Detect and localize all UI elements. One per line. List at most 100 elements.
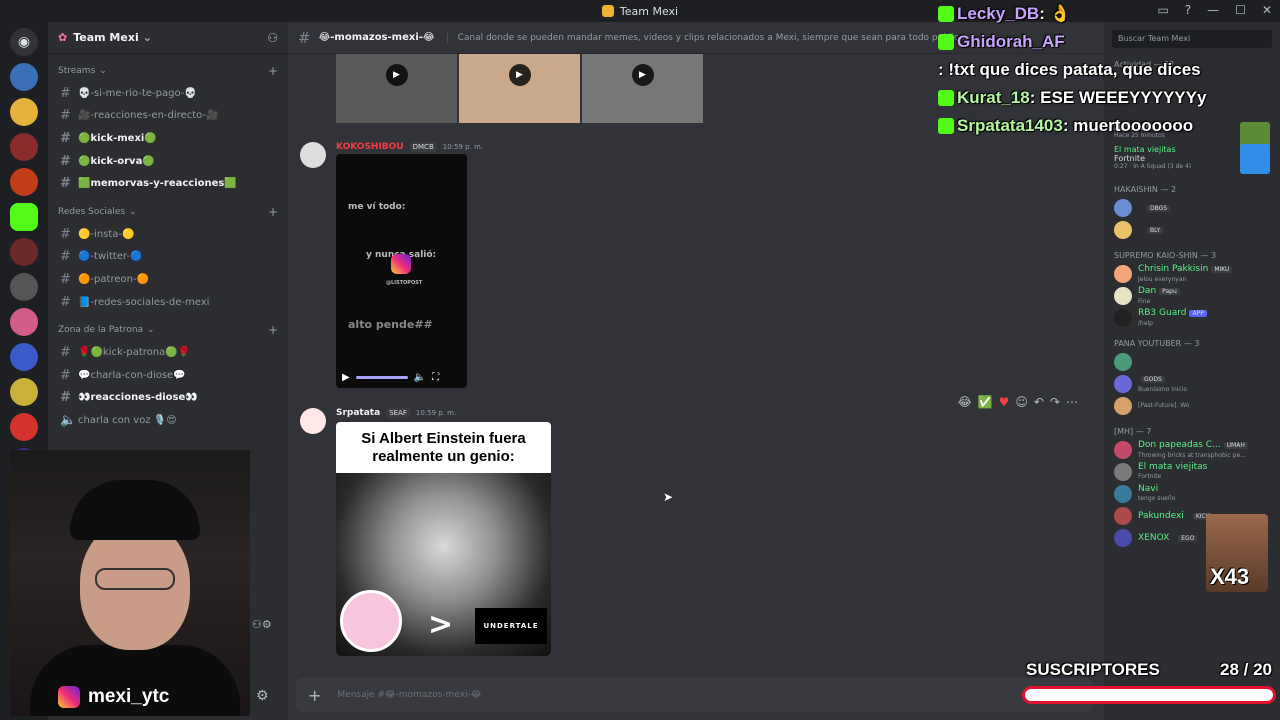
kick-server-icon[interactable] [10,203,38,231]
gear-icon[interactable]: ⚙ [256,688,269,704]
channel-item[interactable]: # 💀-si-me-rio-te-pago-💀 [48,82,288,105]
channel-item[interactable]: # 💬charla-con-diose💬 [48,364,288,387]
reaction-laugh-icon[interactable]: 😂 [958,395,972,409]
member-name: RB3 Guard [1138,307,1187,318]
member-status: Fortnite [1138,473,1162,480]
server-icon[interactable] [10,133,38,161]
play-icon[interactable]: ▶ [631,64,654,86]
channel-label: 🟠-patreon-🟠 [78,273,150,285]
video-progress-bar[interactable] [355,375,408,379]
server-icon[interactable] [10,378,38,406]
server-icon[interactable] [10,63,38,91]
avatar[interactable] [300,142,326,168]
member-item[interactable] [1104,351,1280,373]
member-item[interactable]: RB3 Guard APP/help [1104,307,1280,329]
member-name: El mata viejitas [1138,462,1208,472]
member-item[interactable]: Chrisin Pakkisin MIKU Jelou everynyan [1104,263,1280,285]
user-panel-icons[interactable]: ⚇⚙ [252,618,272,631]
member-item[interactable]: BLY [1104,219,1280,241]
member-name: Pakundexi [1138,511,1184,521]
voice-channel-item[interactable]: 🔈 charla con voz 🎙️😍 [48,409,288,432]
avatar [1114,507,1132,525]
reaction-check-icon[interactable]: ✅ [978,395,993,409]
hash-icon: # [60,390,71,406]
kick-badge-icon [938,90,954,106]
message-list: ▶ ▶ ▶ KOKOSHIBOU DMCB 10:59 p. m. me ví … [288,54,1104,660]
forward-icon[interactable]: ↷ [1050,395,1060,409]
member-item[interactable]: Navi tengo sueño [1104,483,1280,505]
server-icon[interactable] [10,168,38,196]
channel-item[interactable]: # 🎥-reacciones-en-directo-🎥 [48,105,288,128]
video-thumbnail[interactable]: ▶ [459,54,580,123]
member-name: Don papeadas C... [1138,439,1221,450]
category-redes-sociales[interactable]: Redes Sociales ⌄ + [48,201,288,223]
more-options-icon[interactable]: ⋯ [1066,395,1078,409]
activity-card[interactable]: El mata viejitas Fortnite 0:27 · In A Sq… [1104,142,1280,174]
channel-label: 🟢kick-orva🟢 [78,155,155,167]
channel-item[interactable]: # 🟢kick-orva🟢 [48,150,288,173]
channel-item[interactable]: # 👀reacciones-diose👀 [48,387,288,410]
server-header[interactable]: ✿ Team Mexi ⌄ ⚇ [48,22,288,54]
channel-item[interactable]: # 🟡-insta-🟡 [48,223,288,246]
channel-item[interactable]: # 🔵-twitter-🔵 [48,246,288,269]
member-item[interactable]: Don papeadas C... UMAH Throwing bricks at … [1104,439,1280,461]
message-header: Srpatata SEAF 10:59 p. m. [336,408,456,418]
video-attachment[interactable]: me ví todo: y nunca salió: @LISTOPOST al… [336,154,467,388]
webcam-handle: mexi_ytc [58,686,169,708]
member-status: tengo sueño [1138,495,1176,502]
chat-text: : ESE WEEEYYYYYYy [1029,88,1207,107]
author-name[interactable]: Srpatata [336,408,380,418]
image-attachment[interactable]: Si Albert Einstein fuera realmente un ge… [336,422,551,656]
volume-icon[interactable]: 🔈 [414,372,426,383]
message-composer[interactable]: + Mensaje #😂-momazos-mexi-😂 🎁 ▤ [296,678,1092,712]
role-header: SUPREMO KAIO-SHIN — 3 [1114,250,1217,260]
hash-icon: # [60,153,71,169]
reaction-heart-icon[interactable]: ♥ [999,395,1010,409]
channel-title: 😂-momazos-mexi-😂 [318,32,435,43]
channel-item[interactable]: # 🌹🟢kick-patrona🟢🌹 [48,341,288,364]
member-item[interactable]: [Past-Future]. Wo [1104,395,1280,417]
add-channel-icon[interactable]: + [268,205,278,219]
invite-icon[interactable]: ⚇ [267,31,278,45]
avatar[interactable] [300,408,326,434]
server-icon[interactable] [10,238,38,266]
member-badge: GODS [1141,375,1165,383]
member-status: Buenísimo inicio [1138,385,1188,393]
timestamp: 10:59 p. m. [415,409,457,417]
channel-item[interactable]: # 🟢kick-mexi🟢 [48,127,288,150]
channel-item[interactable]: # 🟩memorvas-y-reacciones🟩 [48,172,288,195]
add-channel-icon[interactable]: + [268,323,278,337]
server-icon[interactable] [10,273,38,301]
play-icon[interactable]: ▶ [342,372,350,383]
channel-label: 💬charla-con-diose💬 [78,369,186,381]
channel-topic[interactable]: Canal donde se pueden mandar memes, vide… [446,32,967,43]
webcam-person-glasses [95,568,175,590]
add-channel-icon[interactable]: + [268,64,278,78]
play-icon[interactable]: ▶ [385,64,408,86]
attach-icon[interactable]: + [308,686,321,705]
server-icon[interactable] [10,308,38,336]
server-icon[interactable] [10,413,38,441]
member-item[interactable]: DBGS [1104,197,1280,219]
play-icon[interactable]: ▶ [508,64,531,86]
server-icon[interactable] [10,343,38,371]
category-streams[interactable]: Streams ⌄ + [48,60,288,82]
server-icon[interactable] [10,98,38,126]
member-item[interactable]: El mata viejitas Fortnite [1104,461,1280,483]
member-status: /help [1138,319,1153,327]
author-name[interactable]: KOKOSHIBOU [336,142,404,152]
member-item[interactable]: GODS Buenísimo inicio [1104,373,1280,395]
video-thumbnail[interactable]: ▶ [582,54,703,123]
member-item[interactable]: Dan Papu Fine [1104,285,1280,307]
channel-item[interactable]: # 🟠-patreon-🟠 [48,268,288,291]
fullscreen-icon[interactable]: ⛶ [432,372,439,383]
channel-item[interactable]: # 📘-redes-sociales-de-mexi [48,291,288,314]
video-thumbnail[interactable]: ▶ [336,54,457,123]
add-reaction-icon[interactable]: ☺ [1015,395,1028,409]
role-header: [MH] — 7 [1114,426,1152,436]
avatar [1114,287,1132,305]
category-zona-de-la-patrona[interactable]: Zona de la Patrona ⌄ + [48,319,288,341]
member-badge: UMAH [1223,441,1248,449]
direct-messages-icon[interactable]: ◉ [10,28,38,56]
reply-icon[interactable]: ↶ [1034,395,1044,409]
